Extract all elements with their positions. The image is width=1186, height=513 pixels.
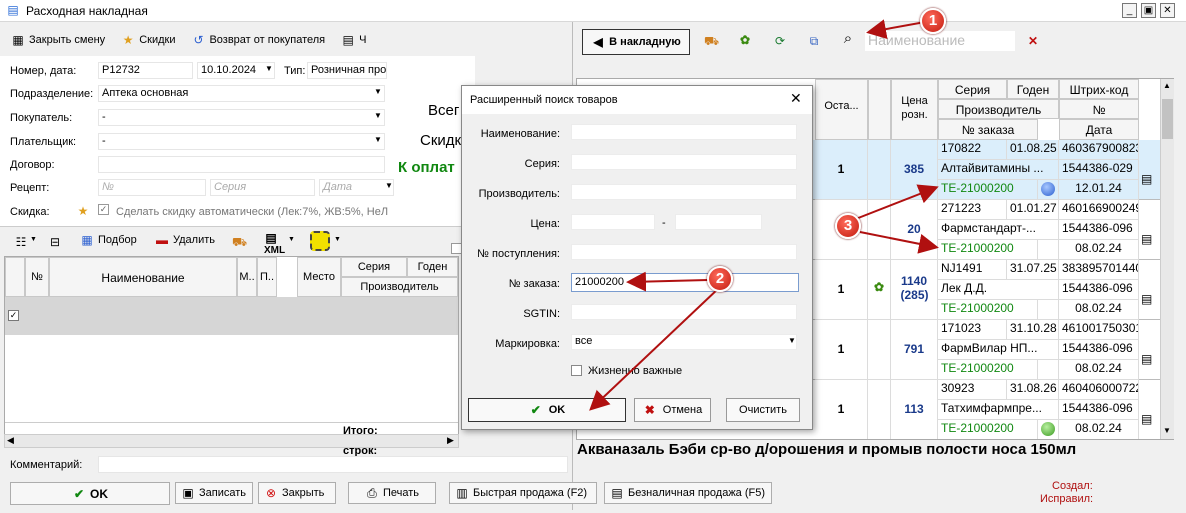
arrow-2a — [626, 271, 709, 292]
annotation-arrows — [589, 19, 939, 411]
badge-3: 3 — [835, 213, 861, 239]
arrow-3b — [859, 231, 939, 254]
badge-2: 2 — [707, 266, 733, 292]
arrow-2b — [589, 286, 721, 411]
arrow-3a — [847, 184, 939, 223]
arrow-1 — [866, 19, 926, 39]
badge-1: 1 — [920, 8, 946, 34]
